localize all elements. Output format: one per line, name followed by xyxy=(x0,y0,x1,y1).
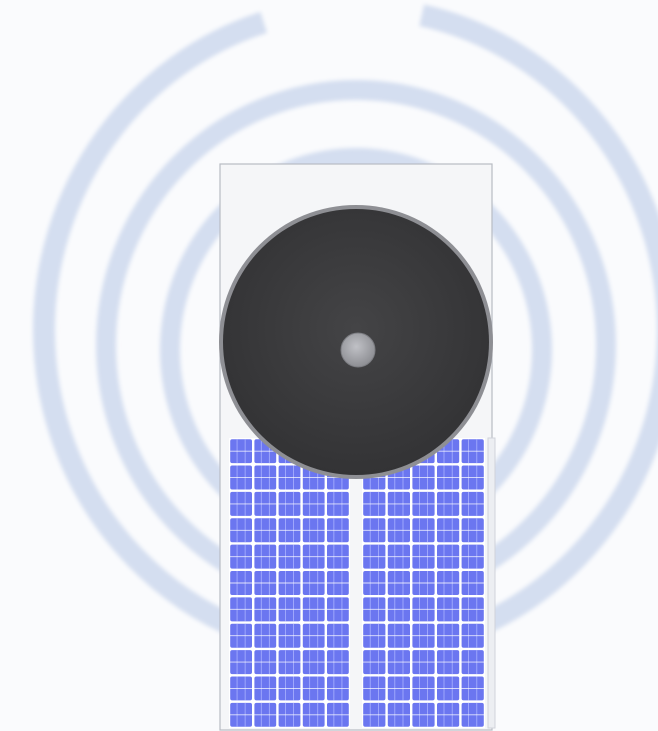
panel-side-rail xyxy=(487,437,496,729)
solar-panel-left xyxy=(229,438,350,728)
solar-panel-right xyxy=(362,438,485,728)
illustration xyxy=(0,0,658,731)
center-button[interactable] xyxy=(340,332,376,368)
